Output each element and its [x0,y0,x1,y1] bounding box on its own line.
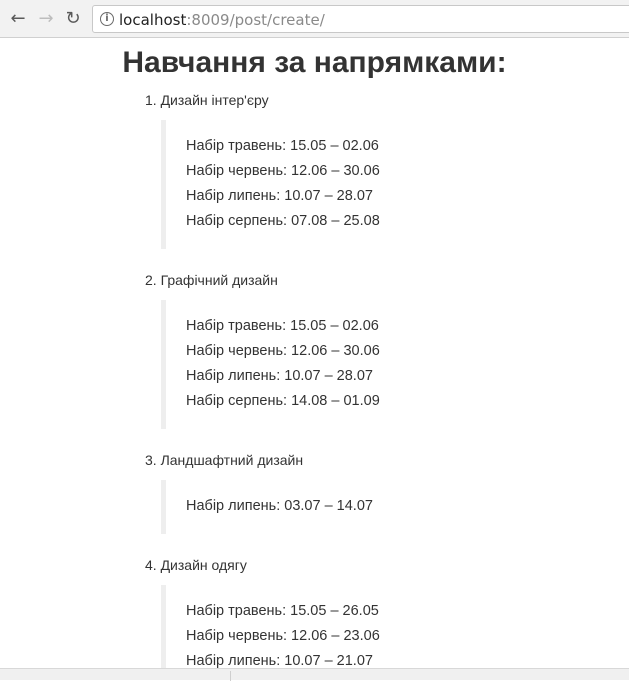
back-arrow-icon[interactable]: ← [8,9,28,29]
schedule-block-4 [161,585,166,668]
schedule-line: Набір липень: 10.07 – 28.07 [186,368,373,384]
page-content: Навчання за напрямками: 1. Дизайн інтер'… [0,38,629,668]
schedule-line: Набір серпень: 07.08 – 25.08 [186,213,380,229]
schedule-line: Набір червень: 12.06 – 23.06 [186,628,380,644]
schedule-block-2 [161,300,166,429]
schedule-line: Набір травень: 15.05 – 02.06 [186,138,379,154]
schedule-line: Набір липень: 03.07 – 14.07 [186,498,373,514]
course-item-2: 2. Графічний дизайн [145,272,278,288]
schedule-line: Набір червень: 12.06 – 30.06 [186,343,380,359]
course-item-4: 4. Дизайн одягу [145,557,247,573]
schedule-block-1 [161,120,166,249]
schedule-line: Набір травень: 15.05 – 26.05 [186,603,379,619]
course-item-1: 1. Дизайн інтер'єру [145,92,269,108]
schedule-line: Набір червень: 12.06 – 30.06 [186,163,380,179]
page-title: Навчання за напрямками: [122,46,507,79]
url-host: localhost [119,11,187,29]
reload-icon[interactable]: ↻ [63,9,83,29]
url-path: :8009/post/create/ [186,11,325,29]
schedule-block-3 [161,480,166,534]
url-text[interactable]: localhost:8009/post/create/ [119,11,325,29]
info-icon[interactable]: i [100,12,114,26]
schedule-line: Набір липень: 10.07 – 28.07 [186,188,373,204]
browser-toolbar: ← → ↻ i localhost:8009/post/create/ [0,0,629,38]
status-bar [0,668,629,681]
schedule-line: Набір травень: 15.05 – 02.06 [186,318,379,334]
forward-arrow-icon[interactable]: → [36,9,56,29]
schedule-line: Набір липень: 10.07 – 21.07 [186,653,373,668]
address-bar[interactable]: i localhost:8009/post/create/ [92,5,629,33]
course-item-3: 3. Ландшафтний дизайн [145,452,304,468]
schedule-line: Набір серпень: 14.08 – 01.09 [186,393,380,409]
